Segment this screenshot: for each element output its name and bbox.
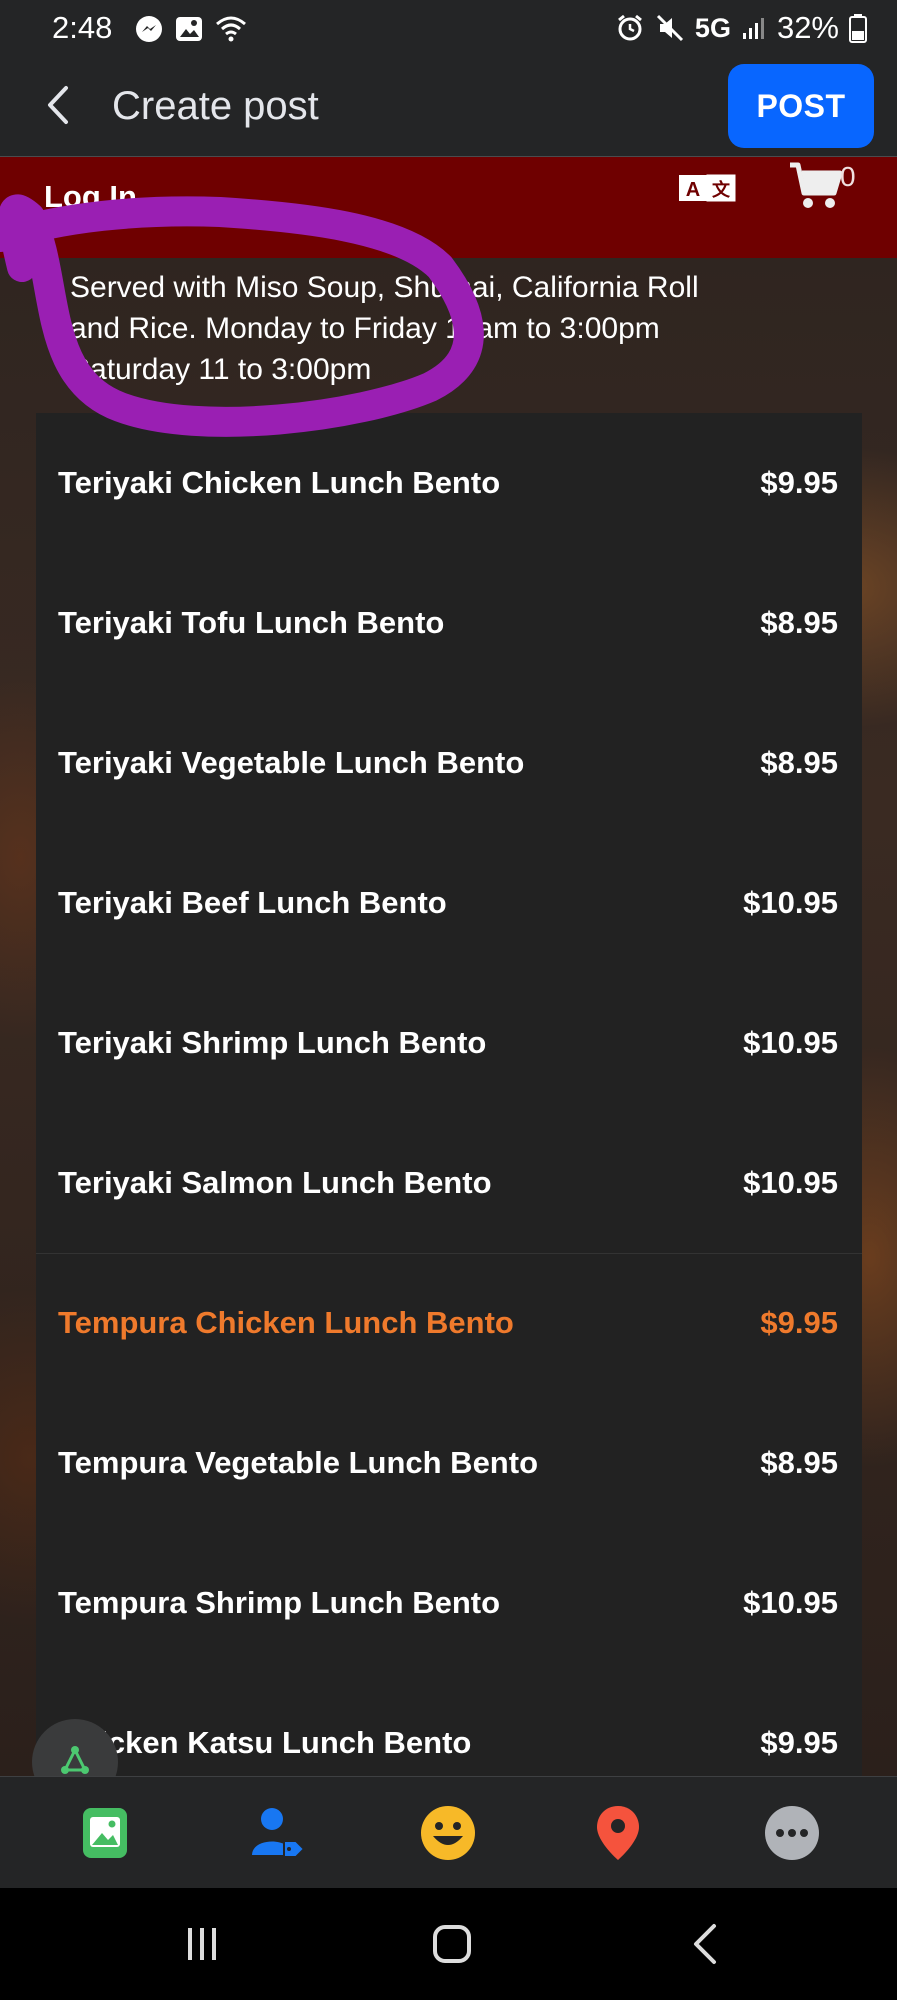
system-nav-bar [0,1888,897,2000]
login-link[interactable]: Log In [44,179,137,215]
menu-item-price: $8.95 [760,745,838,780]
menu-item[interactable]: Teriyaki Chicken Lunch Bento $9.95 [36,413,862,553]
recent-apps-button[interactable] [172,1918,232,1970]
svg-text:文: 文 [712,179,731,201]
attached-image: Log In A 文 0 Served with Miso Soup, Shum… [0,157,897,1776]
post-button[interactable]: POST [728,64,874,148]
more-icon [765,1806,819,1860]
battery-icon [849,14,867,43]
menu-item-price: $8.95 [760,1445,838,1480]
menu-list: Teriyaki Chicken Lunch Bento $9.95 Teriy… [36,413,862,1776]
check-in-button[interactable] [588,1803,648,1863]
tag-people-icon [252,1808,306,1858]
menu-item-highlighted[interactable]: Tempura Chicken Lunch Bento $9.95 [36,1253,862,1393]
menu-item-price: $10.95 [743,1165,838,1200]
translate-icon[interactable]: A 文 [678,167,736,207]
svg-text:A: A [686,179,700,201]
menu-item-price: $8.95 [760,605,838,640]
back-icon [694,1924,716,1964]
share-nodes-icon [61,1746,89,1774]
menu-item-name: Teriyaki Shrimp Lunch Bento [58,1025,487,1060]
cart-icon[interactable] [788,157,844,213]
add-photo-button[interactable] [75,1803,135,1863]
menu-item-name: Teriyaki Salmon Lunch Bento [58,1165,492,1200]
menu-item[interactable]: Teriyaki Shrimp Lunch Bento $10.95 [36,973,862,1113]
page-title: Create post [112,84,319,128]
signal-icon [742,18,764,39]
lunch-description: Served with Miso Soup, Shumai, Californi… [70,267,770,390]
battery-percent: 32% [776,10,839,45]
home-button[interactable] [422,1918,482,1970]
tag-people-button[interactable] [248,1803,308,1863]
status-bar: 2:48 5G 32% [0,0,897,60]
nav-back-button[interactable] [676,1918,736,1970]
mute-icon [656,14,683,42]
menu-item-name: Teriyaki Tofu Lunch Bento [58,605,445,640]
back-button[interactable] [36,80,86,130]
menu-item-price: $10.95 [743,1585,838,1620]
menu-item[interactable]: Teriyaki Salmon Lunch Bento $10.95 [36,1113,862,1253]
more-options-button[interactable] [762,1803,822,1863]
chevron-left-icon [48,86,68,124]
menu-item-name: Teriyaki Chicken Lunch Bento [58,465,501,500]
alarm-icon [617,14,642,41]
cart-count: 0 [840,161,856,192]
feeling-button[interactable] [418,1803,478,1863]
menu-item[interactable]: Chicken Katsu Lunch Bento $9.95 [36,1673,862,1776]
menu-item[interactable]: Tempura Vegetable Lunch Bento $8.95 [36,1393,862,1533]
menu-item-price: $10.95 [743,885,838,920]
home-icon [433,1925,471,1963]
menu-item-price: $9.95 [760,465,838,500]
menu-item[interactable]: Teriyaki Beef Lunch Bento $10.95 [36,833,862,973]
feeling-icon [421,1806,475,1860]
app-header: Create post POST [0,60,897,157]
wifi-icon [216,16,246,42]
menu-item-name: Tempura Shrimp Lunch Bento [58,1585,501,1620]
menu-item-name: Tempura Vegetable Lunch Bento [58,1445,539,1480]
menu-item[interactable]: Teriyaki Vegetable Lunch Bento $8.95 [36,693,862,833]
menu-item-name: Teriyaki Beef Lunch Bento [58,885,447,920]
menu-item-name: Teriyaki Vegetable Lunch Bento [58,745,525,780]
photo-icon [83,1808,127,1858]
menu-item[interactable]: Teriyaki Tofu Lunch Bento $8.95 [36,553,862,693]
menu-item-price: $10.95 [743,1025,838,1060]
menu-item-price: $9.95 [760,1725,838,1760]
description-line: and Rice. Monday to Friday 11am to 3:00p… [70,312,660,345]
menu-item-name: Chicken Katsu Lunch Bento [58,1725,472,1760]
messenger-icon [136,16,162,42]
menu-item-price: $9.95 [760,1305,838,1340]
gallery-icon [176,17,202,41]
description-line: Served with Miso Soup, Shumai, Californi… [70,271,699,304]
network-type: 5G [694,12,731,43]
status-time: 2:48 [52,10,113,45]
menu-item[interactable]: Tempura Shrimp Lunch Bento $10.95 [36,1533,862,1673]
description-line: Saturday 11 to 3:00pm [70,353,372,386]
recent-apps-icon [188,1928,216,1960]
menu-item-name: Tempura Chicken Lunch Bento [58,1305,514,1340]
site-header: Log In A 文 0 [0,157,897,258]
composer-toolbar [0,1776,897,1889]
location-icon [597,1806,639,1860]
